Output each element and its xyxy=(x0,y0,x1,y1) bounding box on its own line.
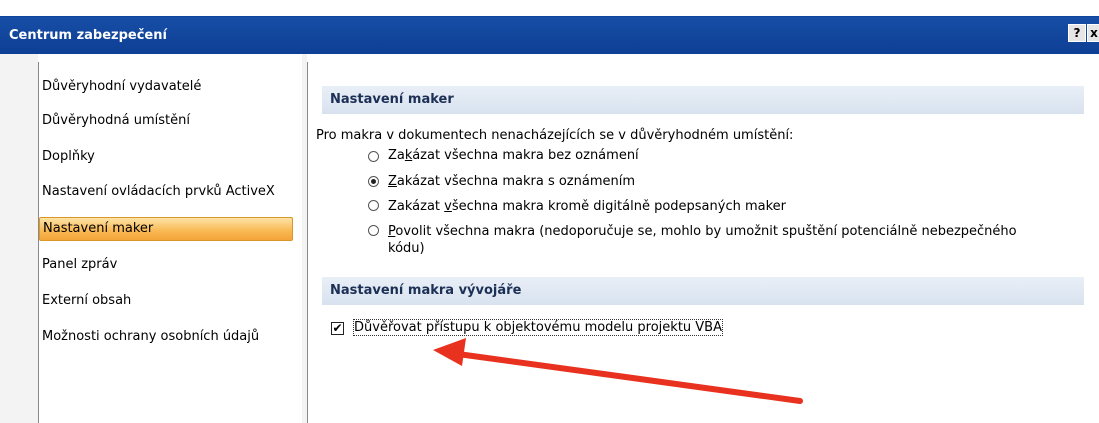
option-label-3[interactable]: Povolit všechna makra (nedoporučuje se, … xyxy=(388,224,1017,239)
main-panel: Nastavení maker Pro makra v dokumentech … xyxy=(307,62,1099,423)
window-title: Centrum zabezpečení xyxy=(9,28,167,43)
sidebar-nav: Důvěryhodní vydavatelé Důvěryhodná umíst… xyxy=(38,62,304,423)
vba-trust-label[interactable]: Důvěřovat přístupu k objektovému modelu … xyxy=(353,319,723,336)
radio-disable-no-notification[interactable] xyxy=(368,151,379,162)
sidebar-item-trusted-locations[interactable]: Důvěryhodná umístění xyxy=(39,110,303,134)
sidebar-item-privacy-options[interactable]: Možnosti ochrany osobních údajů xyxy=(39,326,303,350)
sidebar-item-macro-settings[interactable]: Nastavení maker xyxy=(39,217,293,241)
sidebar-item-trusted-publishers[interactable]: Důvěryhodní vydavatelé xyxy=(39,76,303,100)
developer-macro-settings-header: Nastavení makra vývojáře xyxy=(322,277,1084,305)
radio-disable-except-signed[interactable] xyxy=(368,200,379,211)
radio-enable-all[interactable] xyxy=(368,225,379,236)
window-titlebar: Centrum zabezpečení ? x xyxy=(0,0,1099,54)
option-label-1[interactable]: Zakázat všechna makra s oznámením xyxy=(388,174,635,189)
dialog-left-frame xyxy=(0,54,38,423)
sidebar-item-external-content[interactable]: Externí obsah xyxy=(39,290,303,314)
close-button[interactable]: x xyxy=(1087,24,1099,42)
option-label-0[interactable]: Zakázat všechna makra bez oznámení xyxy=(388,148,639,163)
screen-top-strip xyxy=(0,0,1099,16)
macro-settings-header: Nastavení maker xyxy=(322,86,1084,114)
sidebar-item-addins[interactable]: Doplňky xyxy=(39,146,303,170)
vba-trust-checkbox[interactable]: ✔ xyxy=(331,322,344,335)
sidebar-item-activex[interactable]: Nastavení ovládacích prvků ActiveX xyxy=(39,181,303,205)
sidebar-item-message-bar[interactable]: Panel zpráv xyxy=(39,254,303,278)
help-button[interactable]: ? xyxy=(1068,24,1086,42)
macro-intro-text: Pro makra v dokumentech nenacházejících … xyxy=(316,128,794,143)
option-label-3-line2: kódu) xyxy=(388,241,425,256)
option-label-2[interactable]: Zakázat všechna makra kromě digitálně po… xyxy=(388,199,786,214)
radio-disable-with-notification[interactable] xyxy=(368,176,379,187)
